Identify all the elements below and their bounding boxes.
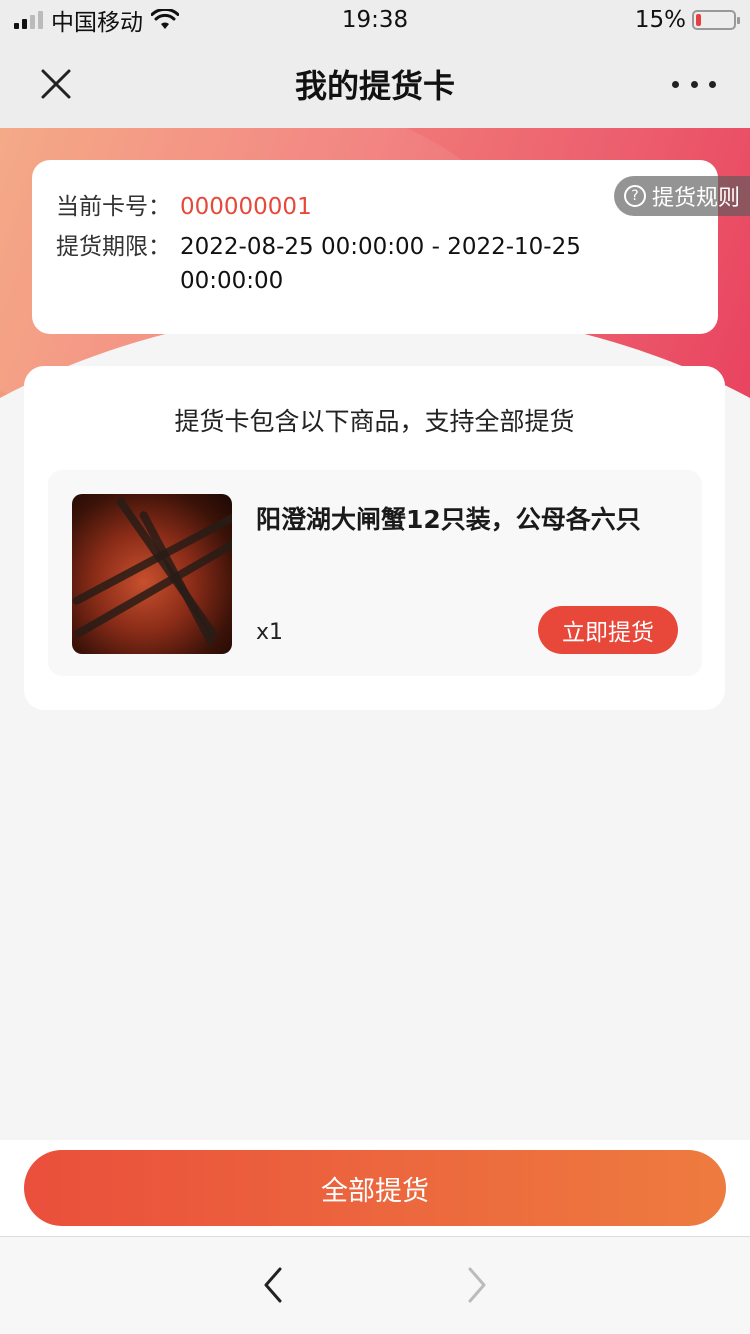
more-icon[interactable] [672,74,716,94]
pickup-all-button[interactable]: 全部提货 [24,1150,726,1226]
close-icon[interactable] [34,62,78,106]
carrier-label: 中国移动 [51,10,143,36]
status-bar: 中国移动 19:38 15% [0,0,750,40]
goods-heading: 提货卡包含以下商品，支持全部提货 [174,407,575,436]
period-value: 2022-08-25 00:00:00 - 2022-10-25 00:00:0… [180,234,581,294]
card-number-row: 当前卡号： 000000001 [56,190,694,224]
battery-percent: 15% [634,7,686,33]
signal-icon [14,11,43,29]
period-row: 提货期限： 2022-08-25 00:00:00 - 2022-10-25 0… [56,230,694,298]
status-right: 15% [634,7,740,33]
nav-bar: 我的提货卡 [0,40,750,128]
bottom-action-bar: 全部提货 [0,1140,750,1236]
product-image [72,494,232,654]
question-icon: ? [624,185,646,207]
rules-button[interactable]: ? 提货规则 [614,176,750,216]
wifi-icon [151,9,179,29]
pickup-now-button[interactable]: 立即提货 [538,606,678,654]
card-number-label: 当前卡号： [56,194,171,220]
browser-toolbar [0,1236,750,1334]
card-number-value: 000000001 [180,194,312,220]
battery-fill [696,14,702,26]
forward-arrow-icon[interactable] [458,1265,494,1305]
goods-item[interactable]: 阳澄湖大闸蟹12只装，公母各六只 x1 立即提货 [48,470,702,676]
status-left: 中国移动 [14,3,179,37]
rules-label: 提货规则 [652,186,741,211]
back-arrow-icon[interactable] [256,1265,292,1305]
product-name: 阳澄湖大闸蟹12只装，公母各六只 [256,505,641,534]
goods-panel: 提货卡包含以下商品，支持全部提货 阳澄湖大闸蟹12只装，公母各六只 x1 立即提… [24,366,725,710]
battery-icon [692,10,740,30]
product-quantity: x1 [256,620,284,645]
page-title: 我的提货卡 [294,67,455,105]
period-label: 提货期限： [56,234,171,260]
